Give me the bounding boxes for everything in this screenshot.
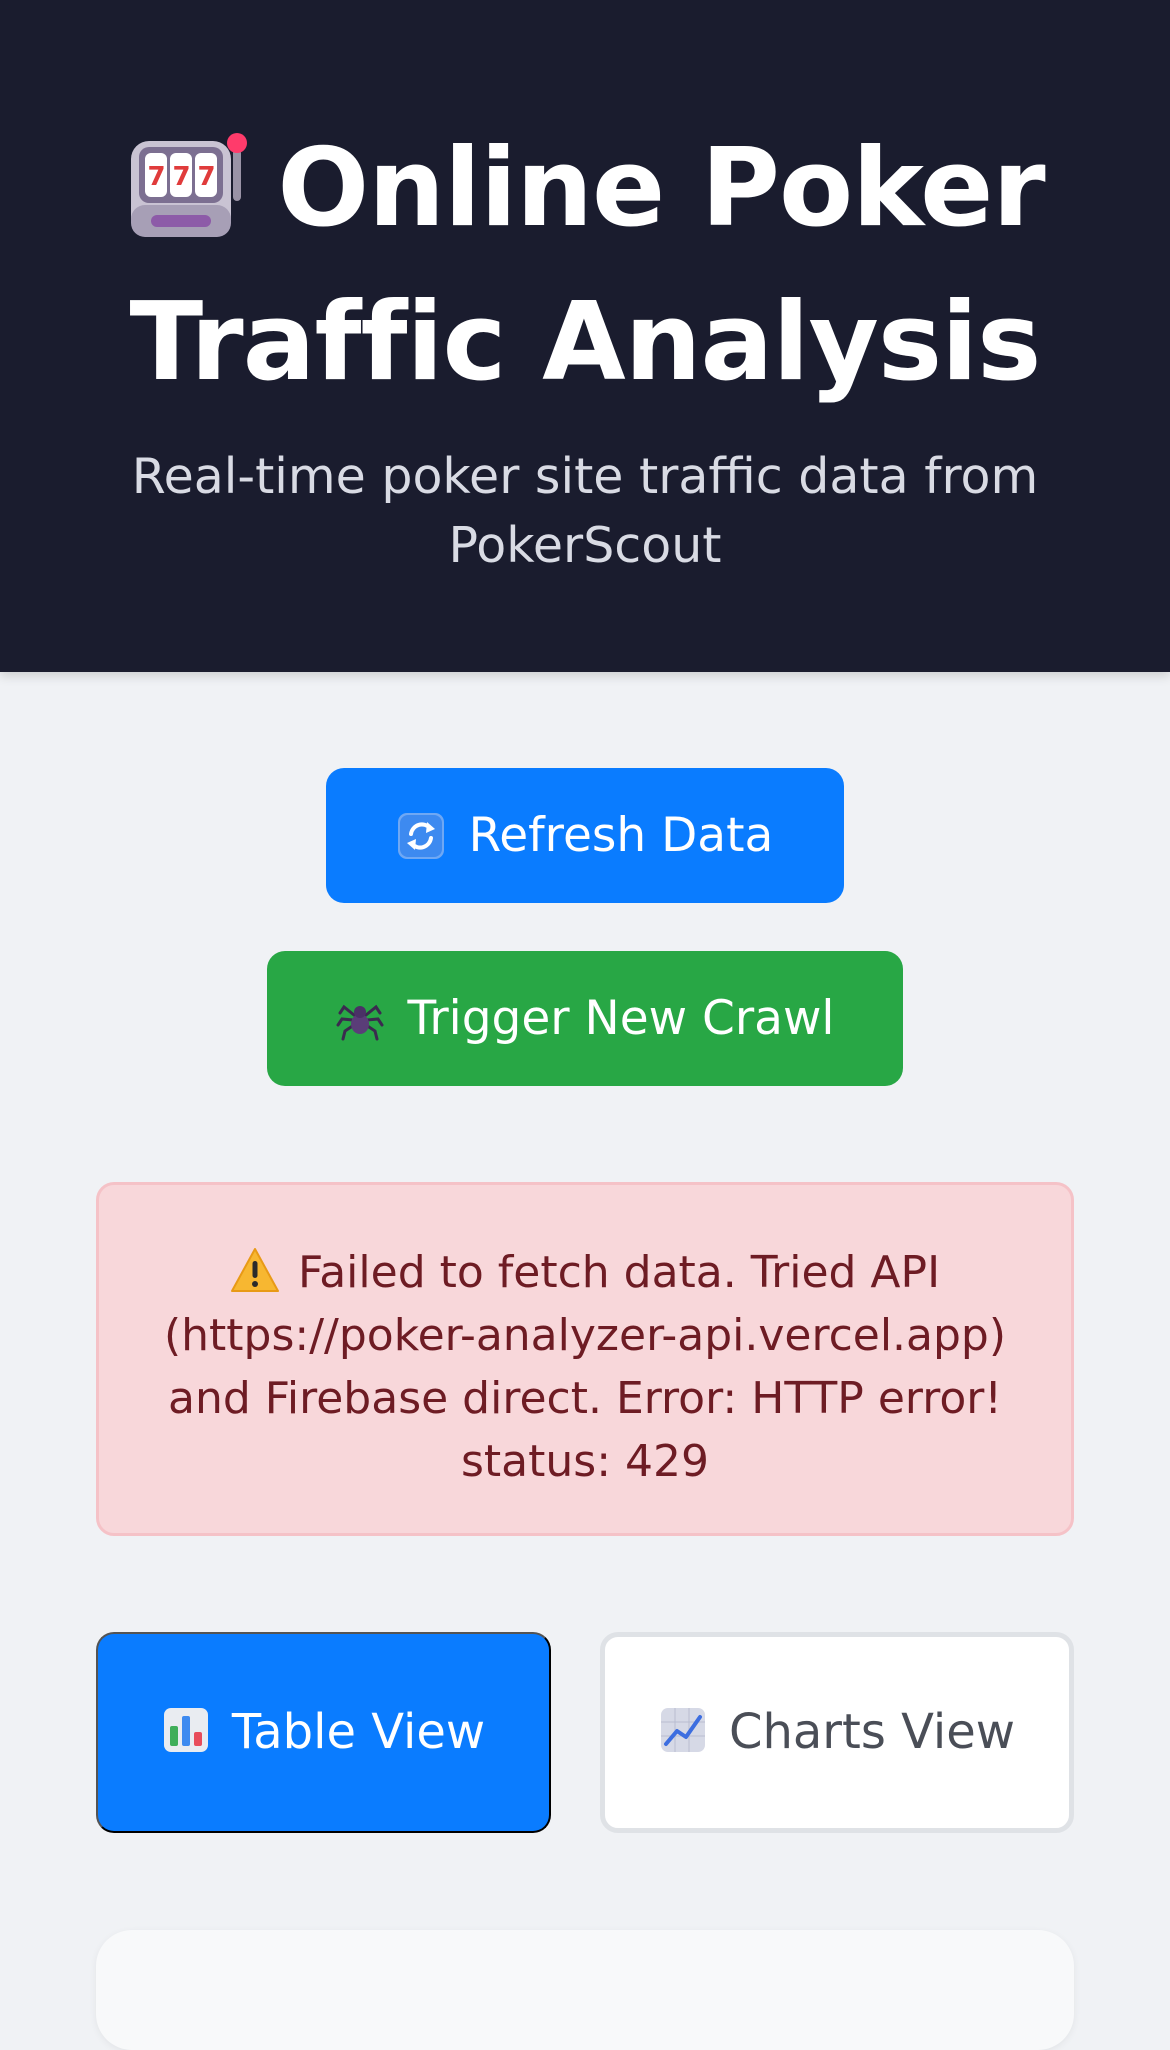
page-title: 7 7 7 Online Poker Traffic Analysis bbox=[60, 112, 1110, 420]
line-chart-icon bbox=[660, 1708, 705, 1752]
content-panel bbox=[96, 1930, 1074, 2050]
tab-charts-view[interactable]: Charts View bbox=[600, 1632, 1074, 1833]
trigger-crawl-label: Trigger New Crawl bbox=[407, 991, 835, 1046]
tab-charts-view-label: Charts View bbox=[728, 1704, 1016, 1760]
svg-text:7: 7 bbox=[198, 162, 215, 192]
refresh-arrows-icon bbox=[397, 812, 444, 859]
warning-icon bbox=[230, 1248, 279, 1292]
svg-text:7: 7 bbox=[173, 162, 190, 192]
refresh-data-label: Refresh Data bbox=[468, 808, 774, 863]
slot-machine-icon: 7 7 7 bbox=[131, 133, 248, 237]
bar-chart-icon bbox=[163, 1708, 208, 1752]
refresh-data-button[interactable]: Refresh Data bbox=[326, 768, 844, 903]
page-subtitle: Real-time poker site traffic data from P… bbox=[131, 448, 1039, 574]
svg-text:7: 7 bbox=[148, 162, 165, 192]
error-message: Failed to fetch data. Tried API (https:/… bbox=[163, 1247, 1007, 1487]
tab-table-view[interactable]: Table View bbox=[96, 1632, 551, 1833]
tab-table-view-label: Table View bbox=[231, 1704, 486, 1760]
trigger-crawl-button[interactable]: Trigger New Crawl bbox=[267, 951, 903, 1086]
page-header: 7 7 7 Online Poker Traffic Analysis Real… bbox=[0, 0, 1170, 672]
spider-icon bbox=[336, 1004, 384, 1040]
error-alert: Failed to fetch data. Tried API (https:/… bbox=[96, 1182, 1074, 1536]
